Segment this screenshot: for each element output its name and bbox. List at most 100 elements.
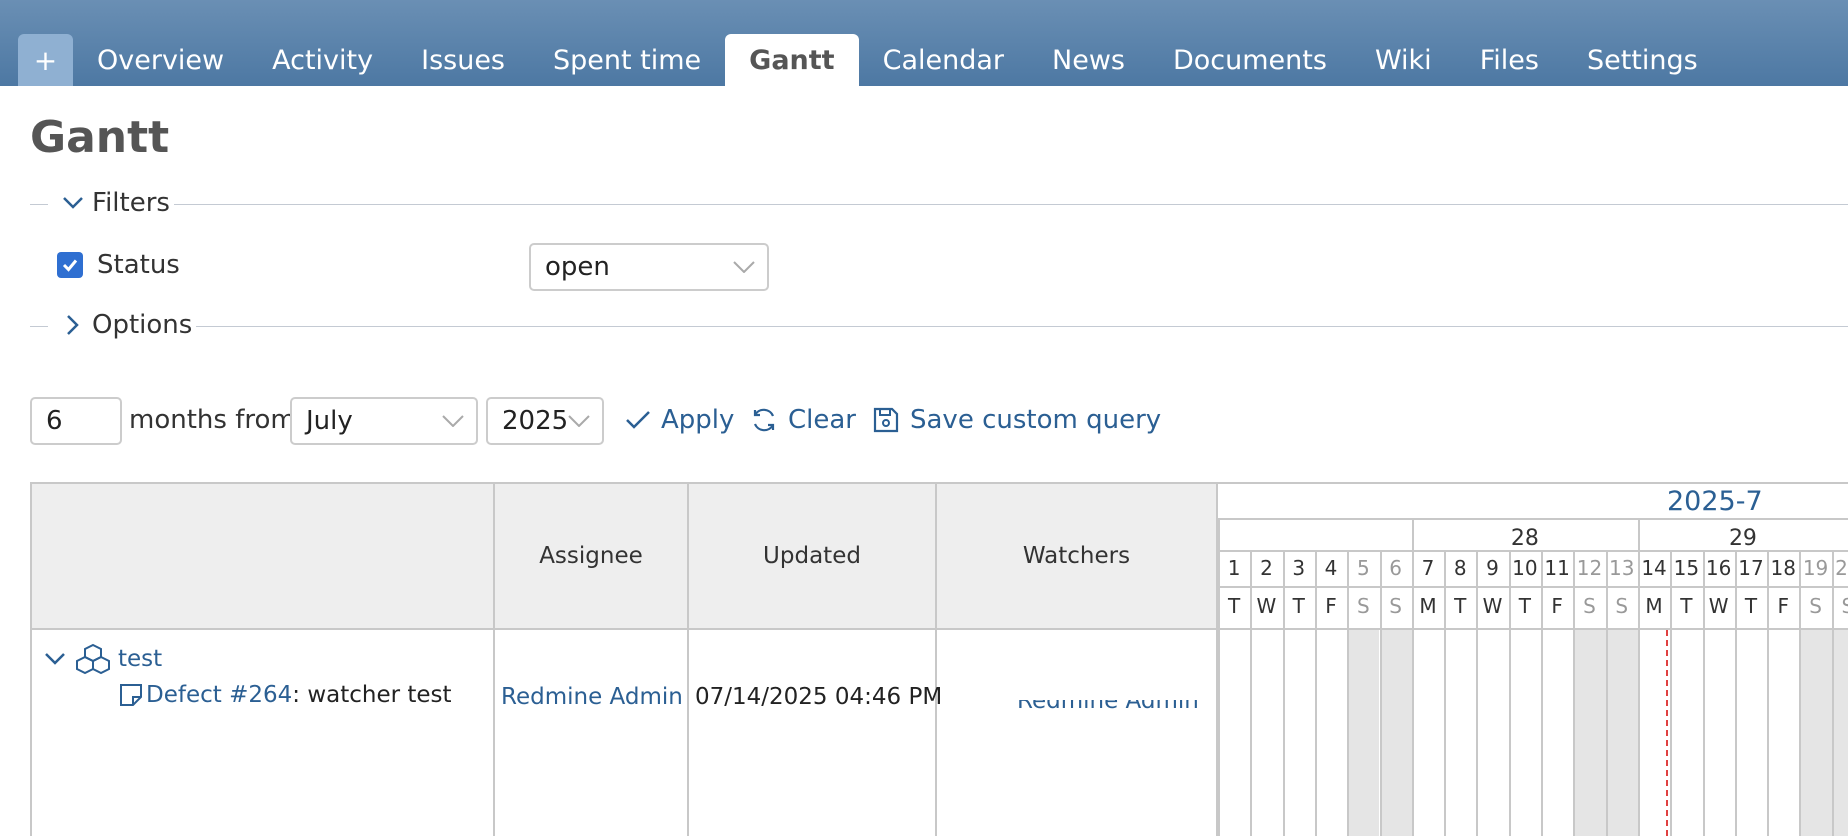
weekday-letter: T [1680, 594, 1693, 618]
fieldset-border [165, 204, 1848, 205]
options-toggle[interactable]: Options [56, 310, 197, 340]
column-divider [687, 630, 689, 836]
floppy-disk-icon [873, 407, 899, 433]
tab-calendar[interactable]: Calendar [859, 34, 1028, 86]
day-row-border [1218, 586, 1848, 588]
weekday-letter: M [1419, 594, 1437, 618]
chevron-down-icon[interactable] [44, 652, 66, 666]
tab-documents[interactable]: Documents [1149, 34, 1351, 86]
weekend-shade [1799, 630, 1832, 836]
year-select[interactable]: 2025 [486, 397, 604, 445]
day-number: 7 [1421, 556, 1435, 580]
main-menu-bar: + Overview Activity Issues Spent time Ga… [0, 0, 1848, 86]
weekday-letter: W [1482, 594, 1503, 618]
chevron-down-icon [733, 261, 755, 273]
watchers-header-label: Watchers [1022, 543, 1131, 569]
day-number: 18 [1770, 556, 1796, 580]
weekend-shade [1605, 630, 1638, 836]
assignee-header[interactable]: Assignee [495, 482, 689, 630]
weekday-letter: T [1518, 594, 1531, 618]
week-label: 29 [1728, 526, 1757, 551]
tab-new-object[interactable]: + [18, 34, 73, 86]
assignee-header-label: Assignee [539, 543, 643, 569]
tab-news[interactable]: News [1028, 34, 1149, 86]
tab-files[interactable]: Files [1456, 34, 1563, 86]
day-number: 14 [1641, 556, 1667, 580]
issue-row: Defect #264 : watcher test [118, 682, 452, 708]
weekday-letter: S [1841, 594, 1848, 618]
status-checkbox[interactable] [57, 252, 83, 278]
weekend-shade [1831, 630, 1848, 836]
day-number: 15 [1673, 556, 1700, 580]
year-value: 2025 [502, 406, 569, 436]
day-number: 11 [1544, 556, 1570, 580]
updated-header[interactable]: Updated [689, 482, 937, 630]
header-bottom-border [1218, 628, 1848, 630]
weekday-letter: T [1454, 594, 1467, 618]
month-select[interactable]: July [290, 397, 478, 445]
weekday-letter: T [1744, 594, 1758, 618]
chevron-down-icon [60, 190, 86, 216]
checkmark-icon [62, 259, 78, 272]
weekday-letter: M [1645, 594, 1663, 618]
tab-settings[interactable]: Settings [1563, 34, 1722, 86]
day-number: 10 [1512, 556, 1538, 580]
issue-link[interactable]: Defect #264 [146, 682, 292, 708]
day-number: 12 [1576, 556, 1603, 580]
weekend-shade [1379, 630, 1412, 836]
filters-toggle[interactable]: Filters [56, 188, 174, 218]
week-label: 28 [1510, 526, 1539, 551]
weekday-letter: S [1389, 594, 1402, 618]
watcher-link[interactable]: Redmine Admin [1017, 700, 1199, 710]
weekday-letter: S [1809, 594, 1822, 618]
weekday-letter: F [1551, 594, 1563, 618]
project-tabs: + Overview Activity Issues Spent time Ga… [18, 34, 1722, 86]
filters-legend: Filters [92, 188, 170, 218]
month-header: 2025-7 [1218, 482, 1848, 520]
status-operator-select[interactable]: open [529, 243, 769, 291]
day-number: 1 [1227, 556, 1241, 580]
months-from-label: months from [129, 405, 296, 435]
tab-activity[interactable]: Activity [248, 34, 397, 86]
project-link[interactable]: test [118, 646, 162, 672]
month-label[interactable]: 2025-7 [1667, 486, 1763, 517]
day-number: 8 [1453, 556, 1467, 580]
assignee-link[interactable]: Redmine Admin [501, 684, 683, 710]
week-divider [1218, 520, 1220, 552]
column-divider [30, 630, 32, 836]
watchers-header[interactable]: Watchers [937, 482, 1218, 630]
weekday-letter: F [1777, 594, 1789, 618]
apply-button[interactable]: Apply [625, 405, 734, 435]
tab-gantt[interactable]: Gantt [725, 34, 859, 86]
weekday-letter: W [1256, 594, 1277, 618]
weekday-letter: F [1325, 594, 1337, 618]
issue-subject: : watcher test [292, 682, 452, 708]
tab-wiki[interactable]: Wiki [1351, 34, 1456, 86]
day-number: 6 [1389, 556, 1403, 580]
weekend-shade [1347, 630, 1380, 836]
day-number: 20 [1835, 556, 1848, 580]
project-icon [76, 643, 110, 675]
chevron-down-icon [442, 415, 464, 427]
clear-button[interactable]: Clear [750, 405, 856, 435]
weekend-shade [1573, 630, 1606, 836]
apply-label: Apply [661, 405, 735, 435]
save-query-button[interactable]: Save custom query [872, 405, 1161, 435]
tab-overview[interactable]: Overview [73, 34, 248, 86]
column-divider [935, 630, 937, 836]
day-number: 5 [1356, 556, 1370, 580]
updated-header-label: Updated [763, 543, 861, 569]
day-number: 17 [1738, 556, 1764, 580]
chevron-down-icon [568, 415, 590, 427]
tab-issues[interactable]: Issues [397, 34, 529, 86]
tab-spent-time[interactable]: Spent time [529, 34, 725, 86]
fieldset-border [30, 204, 48, 205]
chevron-right-icon [60, 312, 86, 338]
save-query-label: Save custom query [910, 405, 1162, 435]
fieldset-border [30, 326, 48, 327]
project-row: test [44, 642, 162, 676]
weekday-letter: S [1615, 594, 1629, 618]
months-input[interactable]: 6 [30, 397, 122, 445]
day-number: 9 [1486, 556, 1499, 580]
day-number: 2 [1260, 556, 1273, 580]
